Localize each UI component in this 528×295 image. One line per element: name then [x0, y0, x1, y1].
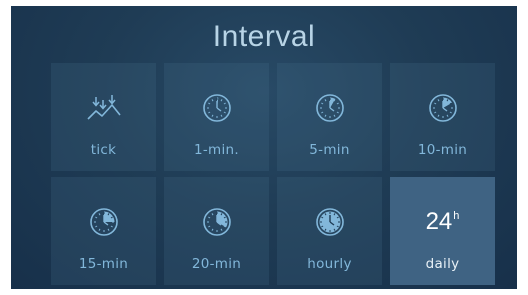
clock-tick — [207, 111, 210, 114]
clock-tick — [437, 99, 439, 102]
interval-grid: tick 1-min. 5-min 10-min 15-min 20-min h… — [51, 63, 495, 285]
interval-tile-20-min[interactable]: 20-min — [164, 177, 269, 285]
clock-tick — [207, 225, 210, 228]
tick-chart-icon — [82, 91, 126, 125]
clock-tick — [320, 102, 323, 105]
clock-hour-hand — [442, 107, 447, 112]
clock-hour-hand — [216, 107, 221, 112]
interval-label: tick — [90, 142, 117, 158]
clock-15-min-icon — [82, 205, 126, 239]
clock-tick — [98, 228, 100, 231]
panel-title: Interval — [212, 20, 316, 53]
clock-tick — [94, 216, 97, 219]
daily-24-number: 24 — [425, 208, 453, 235]
interval-label: 1-min. — [193, 142, 239, 158]
clock-tick — [320, 111, 323, 114]
interval-tile-tick[interactable]: tick — [51, 63, 156, 171]
clock-tick — [207, 216, 210, 219]
clock-tick — [211, 228, 213, 231]
clock-tick — [220, 114, 222, 117]
clock-hourly-icon — [308, 205, 352, 239]
clock-tick — [336, 102, 339, 105]
clock-tick — [211, 114, 213, 117]
interval-tile-1-min[interactable]: 1-min. — [164, 63, 269, 171]
clock-tick — [437, 114, 439, 117]
clock-fill — [442, 97, 452, 108]
clock-tick — [94, 225, 97, 228]
interval-label: hourly — [307, 256, 352, 272]
clock-tick — [107, 228, 109, 231]
daily-hour-superscript: h — [453, 210, 460, 222]
interval-label: daily — [425, 256, 460, 272]
clock-tick — [446, 114, 448, 117]
interval-tile-15-min[interactable]: 15-min — [51, 177, 156, 285]
interval-label: 20-min — [191, 256, 242, 272]
interval-label: 5-min — [309, 142, 350, 158]
clock-tick — [324, 99, 326, 102]
clock-tick — [336, 111, 339, 114]
interval-label: 15-min — [78, 256, 129, 272]
clock-tick — [449, 111, 452, 114]
clock-fill — [329, 97, 335, 108]
clock-tick — [211, 99, 213, 102]
clock-20-min-icon — [195, 205, 239, 239]
clock-tick — [223, 111, 226, 114]
interval-tile-10-min[interactable]: 10-min — [390, 63, 495, 171]
clock-tick — [211, 213, 213, 216]
clock-tick — [433, 111, 436, 114]
clock-5-min-icon — [308, 91, 352, 125]
interval-tile-5-min[interactable]: 5-min — [277, 63, 382, 171]
clock-tick — [433, 102, 436, 105]
clock-tick — [324, 114, 326, 117]
daily-24h-icon: 24h — [421, 205, 465, 239]
clock-tick — [207, 102, 210, 105]
clock-1-min-icon — [195, 91, 239, 125]
interval-tile-daily[interactable]: 24h daily — [390, 177, 495, 285]
daily-24h-text: 24h — [426, 210, 460, 234]
clock-tick — [333, 114, 335, 117]
clock-hour-hand — [329, 107, 334, 112]
clock-tick — [220, 228, 222, 231]
interval-label: 10-min — [417, 142, 468, 158]
clock-tick — [110, 225, 113, 228]
interval-panel: Interval tick 1-min. 5-min 10-min 15-min… — [11, 6, 517, 289]
interval-tile-hourly[interactable]: hourly — [277, 177, 382, 285]
clock-10-min-icon — [421, 91, 465, 125]
clock-tick — [98, 213, 100, 216]
clock-tick — [223, 102, 226, 105]
clock-hour-hand — [103, 221, 108, 226]
clock-tick — [220, 99, 222, 102]
